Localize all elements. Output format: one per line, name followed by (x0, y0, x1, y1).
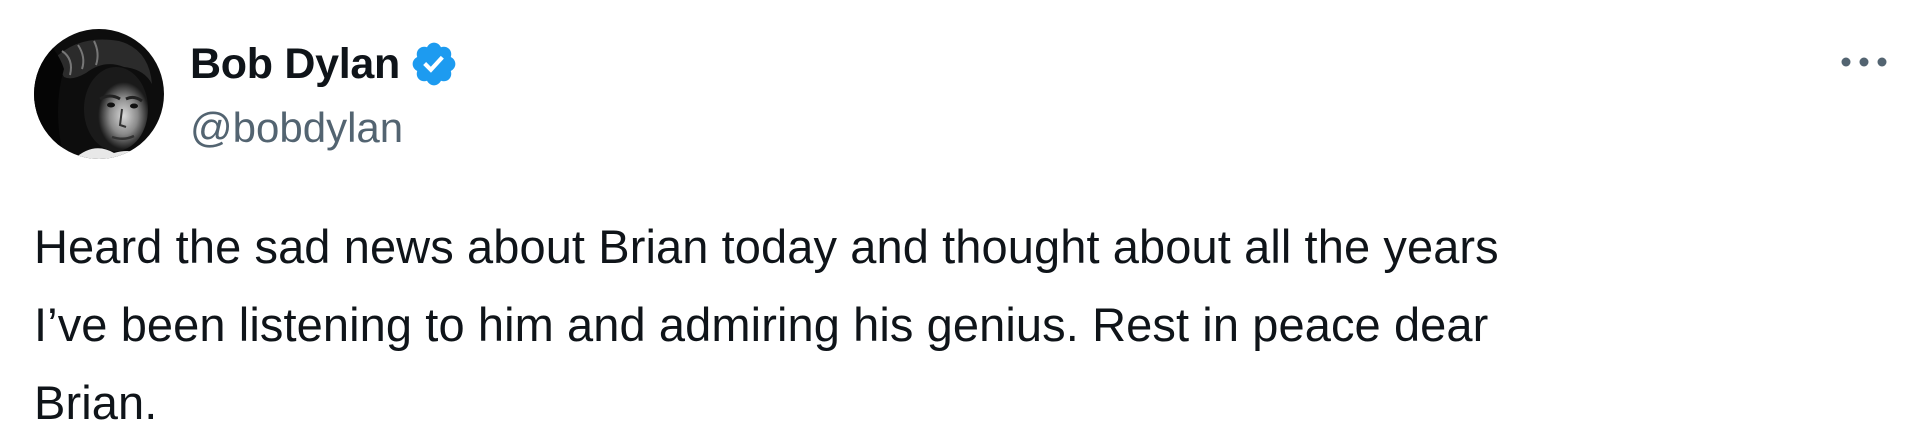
author-display-name[interactable]: Bob Dylan (190, 36, 400, 92)
more-options-icon[interactable] (1828, 36, 1900, 88)
tweet-card: Bob Dylan @bobdylan Heard the sad news a… (0, 0, 1920, 448)
tweet-text: Heard the sad news about Brian today and… (34, 220, 1499, 429)
author-handle[interactable]: @bobdylan (190, 100, 403, 156)
verified-badge-icon[interactable] (406, 36, 462, 92)
author-name-row: Bob Dylan (190, 36, 462, 92)
avatar-photo-image (34, 29, 164, 159)
author-avatar[interactable] (34, 29, 164, 159)
